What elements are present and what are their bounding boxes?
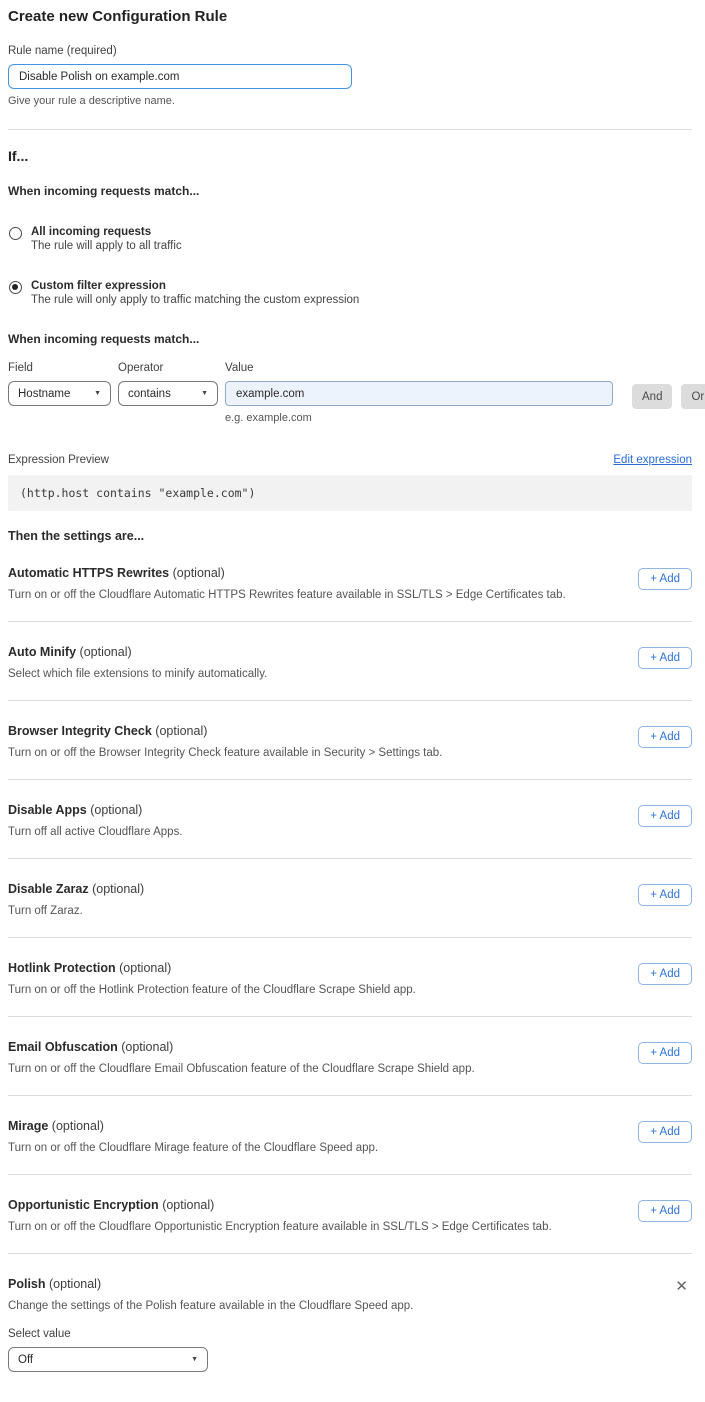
setting-description: Turn on or off the Cloudflare Email Obfu… [8, 1063, 475, 1075]
add-button[interactable]: + Add [638, 647, 692, 669]
setting-title: Browser Integrity Check [8, 724, 152, 738]
rule-name-label: Rule name (required) [8, 45, 692, 57]
chevron-down-icon: ▼ [191, 1356, 198, 1363]
create-configuration-rule-page: Create new Configuration Rule Rule name … [0, 0, 705, 1402]
setting-optional-tag: (optional) [90, 803, 142, 817]
rule-name-input[interactable] [8, 64, 352, 89]
setting-item-mirage: Mirage (optional) Turn on or off the Clo… [8, 1096, 692, 1174]
chevron-down-icon: ▼ [94, 390, 101, 397]
then-settings-heading: Then the settings are... [8, 529, 692, 543]
setting-description: Select which file extensions to minify a… [8, 668, 267, 680]
setting-optional-tag: (optional) [92, 882, 144, 896]
edit-expression-link[interactable]: Edit expression [613, 454, 692, 466]
filter-builder-row: Field Hostname ▼ Operator contains ▼ Val… [8, 362, 692, 424]
field-select[interactable]: Hostname ▼ [8, 381, 111, 406]
add-button[interactable]: + Add [638, 805, 692, 827]
setting-title: Hotlink Protection [8, 961, 116, 975]
expression-preview-code: (http.host contains "example.com") [8, 475, 692, 511]
setting-item-automatic-https-rewrites: Automatic HTTPS Rewrites (optional) Turn… [8, 543, 692, 621]
setting-item-email-obfuscation: Email Obfuscation (optional) Turn on or … [8, 1017, 692, 1095]
setting-title: Polish [8, 1277, 46, 1291]
setting-title: Disable Apps [8, 803, 87, 817]
radio-label: All incoming requests [31, 226, 182, 238]
setting-title: Email Obfuscation [8, 1040, 118, 1054]
operator-select[interactable]: contains ▼ [118, 381, 218, 406]
setting-optional-tag: (optional) [162, 1198, 214, 1212]
setting-description: Turn off all active Cloudflare Apps. [8, 826, 183, 838]
setting-description: Turn on or off the Cloudflare Opportunis… [8, 1221, 552, 1233]
value-label: Value [225, 362, 613, 374]
setting-item-opportunistic-encryption: Opportunistic Encryption (optional) Turn… [8, 1175, 692, 1253]
section-divider [8, 129, 692, 130]
field-select-value: Hostname [18, 388, 70, 400]
radio-option-custom-filter-expression[interactable]: Custom filter expression The rule will o… [8, 280, 692, 306]
setting-description: Turn on or off the Cloudflare Automatic … [8, 589, 566, 601]
setting-optional-tag: (optional) [155, 724, 207, 738]
add-button[interactable]: + Add [638, 1042, 692, 1064]
setting-optional-tag: (optional) [119, 961, 171, 975]
if-heading: If... [8, 148, 692, 164]
setting-title: Mirage [8, 1119, 48, 1133]
setting-optional-tag: (optional) [80, 645, 132, 659]
or-button[interactable]: Or [681, 384, 705, 409]
setting-optional-tag: (optional) [49, 1277, 101, 1291]
setting-description: Change the settings of the Polish featur… [8, 1300, 413, 1312]
expression-preview-label: Expression Preview [8, 454, 109, 466]
add-button[interactable]: + Add [638, 1121, 692, 1143]
setting-description: Turn on or off the Cloudflare Mirage fea… [8, 1142, 378, 1154]
setting-title: Disable Zaraz [8, 882, 89, 896]
add-button[interactable]: + Add [638, 568, 692, 590]
setting-description: Turn on or off the Hotlink Protection fe… [8, 984, 416, 996]
close-icon[interactable]: ✕ [675, 1279, 688, 1293]
setting-item-browser-integrity-check: Browser Integrity Check (optional) Turn … [8, 701, 692, 779]
setting-item-auto-minify: Auto Minify (optional) Select which file… [8, 622, 692, 700]
polish-select-value: Off [18, 1354, 33, 1366]
setting-optional-tag: (optional) [121, 1040, 173, 1054]
setting-item-polish: Polish (optional) Change the settings of… [8, 1254, 692, 1392]
setting-item-disable-apps: Disable Apps (optional) Turn off all act… [8, 780, 692, 858]
setting-optional-tag: (optional) [173, 566, 225, 580]
and-button[interactable]: And [632, 384, 672, 409]
filter-match-heading: When incoming requests match... [8, 332, 692, 346]
field-label: Field [8, 362, 111, 374]
radio-selected-icon[interactable] [9, 281, 22, 294]
value-helper: e.g. example.com [225, 412, 613, 424]
setting-title: Opportunistic Encryption [8, 1198, 159, 1212]
radio-unselected-icon[interactable] [9, 227, 22, 240]
add-button[interactable]: + Add [638, 963, 692, 985]
radio-label: Custom filter expression [31, 280, 359, 292]
radio-option-all-incoming-requests[interactable]: All incoming requests The rule will appl… [8, 226, 692, 252]
incoming-match-heading: When incoming requests match... [8, 184, 692, 198]
setting-description: Turn off Zaraz. [8, 905, 144, 917]
radio-description: The rule will apply to all traffic [31, 240, 182, 252]
setting-optional-tag: (optional) [52, 1119, 104, 1133]
polish-value-select[interactable]: Off ▼ [8, 1347, 208, 1372]
setting-description: Turn on or off the Browser Integrity Che… [8, 747, 442, 759]
chevron-down-icon: ▼ [201, 390, 208, 397]
setting-item-hotlink-protection: Hotlink Protection (optional) Turn on or… [8, 938, 692, 1016]
setting-title: Auto Minify [8, 645, 76, 659]
select-value-label: Select value [8, 1328, 692, 1340]
setting-title: Automatic HTTPS Rewrites [8, 566, 169, 580]
add-button[interactable]: + Add [638, 726, 692, 748]
operator-label: Operator [118, 362, 218, 374]
rule-name-helper: Give your rule a descriptive name. [8, 95, 692, 107]
page-title: Create new Configuration Rule [8, 8, 692, 25]
value-input[interactable] [225, 381, 613, 406]
add-button[interactable]: + Add [638, 884, 692, 906]
operator-select-value: contains [128, 388, 171, 400]
setting-item-disable-zaraz: Disable Zaraz (optional) Turn off Zaraz.… [8, 859, 692, 937]
radio-description: The rule will only apply to traffic matc… [31, 294, 359, 306]
add-button[interactable]: + Add [638, 1200, 692, 1222]
